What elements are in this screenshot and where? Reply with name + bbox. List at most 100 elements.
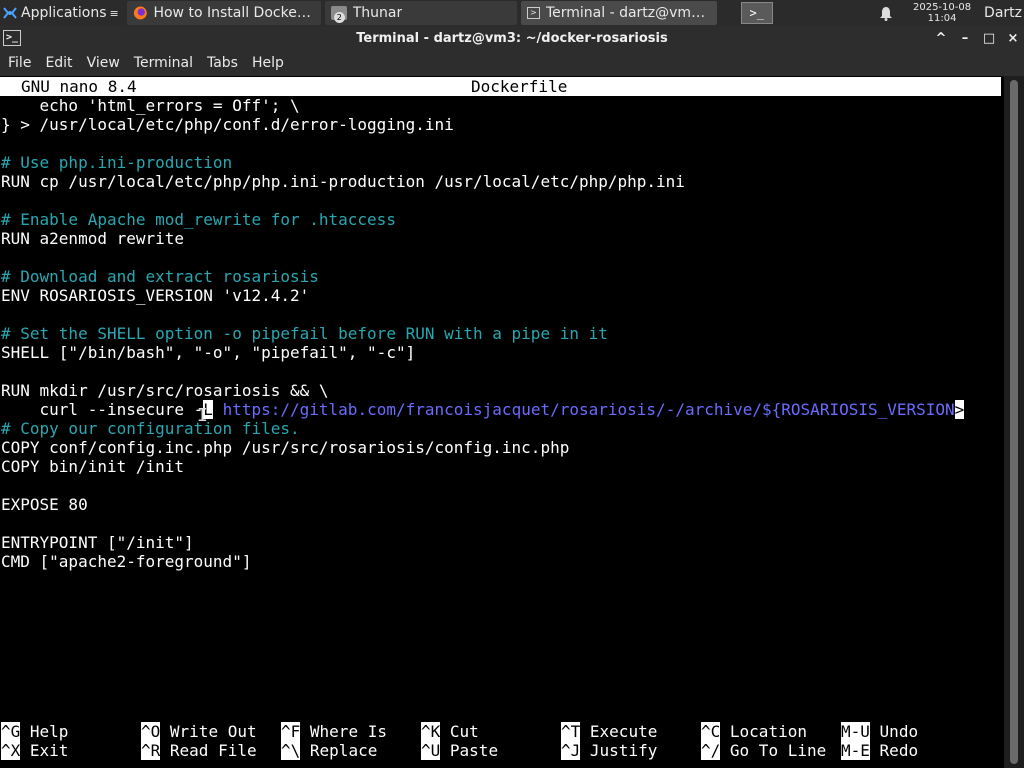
editor-line: RUN cp /usr/local/etc/php/php.ini-produc… bbox=[1, 172, 685, 191]
taskbar-item-thunar[interactable]: 2 Thunar bbox=[324, 1, 517, 25]
taskbar-item-label: How to Install Docker o... bbox=[153, 5, 315, 21]
shortcut-redo[interactable]: M-E Redo bbox=[841, 741, 918, 760]
mouse-ibeam-cursor: I bbox=[197, 405, 208, 426]
editor-line: # Use php.ini-production bbox=[1, 153, 233, 172]
folder-icon: 2 bbox=[330, 6, 347, 23]
shade-button[interactable]: ^ bbox=[934, 31, 948, 46]
shortcut-key: ^K bbox=[421, 722, 441, 741]
shortcut-label: Replace bbox=[309, 741, 378, 760]
curl-command-text: curl --insecure - bbox=[1, 400, 204, 419]
clock-time: 11:04 bbox=[927, 13, 957, 24]
shortcut-label: Read File bbox=[169, 741, 257, 760]
download-url: https://gitlab.com/francoisjacquet/rosar… bbox=[222, 400, 955, 419]
scrollbar-thumb[interactable] bbox=[1010, 80, 1018, 764]
close-button[interactable]: × bbox=[1006, 31, 1020, 46]
shortcut-justify[interactable]: ^J Justify bbox=[561, 741, 657, 760]
editor-line: RUN a2enmod rewrite bbox=[1, 229, 185, 248]
window-count-badge: 2 bbox=[333, 12, 345, 23]
shortcut-label: Redo bbox=[879, 741, 919, 760]
shortcut-write-out[interactable]: ^O Write Out bbox=[141, 722, 257, 741]
shortcut-label: Exit bbox=[29, 741, 69, 760]
shortcut-key: M-U bbox=[841, 722, 870, 741]
editor-line: ENTRYPOINT ["/init"] bbox=[1, 533, 194, 552]
menu-terminal[interactable]: Terminal bbox=[127, 55, 200, 71]
editor-line: # Set the SHELL option -o pipefail befor… bbox=[1, 324, 608, 343]
shortcut-location[interactable]: ^C Location bbox=[701, 722, 807, 741]
editor-line: ENV ROSARIOSIS_VERSION 'v12.4.2' bbox=[1, 286, 310, 305]
shortcut-label: Cut bbox=[449, 722, 479, 741]
clock-date: 2025-10-08 bbox=[912, 2, 972, 13]
terminal-scrollbar[interactable] bbox=[1004, 76, 1024, 768]
taskbar-item-label: Thunar bbox=[352, 5, 403, 21]
menu-file[interactable]: File bbox=[0, 55, 38, 71]
shortcut-key: ^U bbox=[421, 741, 441, 760]
shortcut-read-file[interactable]: ^R Read File bbox=[141, 741, 257, 760]
clock[interactable]: 2025-10-08 11:04 bbox=[910, 2, 974, 24]
editor-line: CMD ["apache2-foreground"] bbox=[1, 552, 252, 571]
shortcut-execute[interactable]: ^T Execute bbox=[561, 722, 657, 741]
shortcut-key: ^O bbox=[141, 722, 161, 741]
terminal-area[interactable]: GNU nano 8.4 Dockerfile echo 'html_error… bbox=[0, 76, 1024, 768]
nano-version: GNU nano 8.4 bbox=[21, 77, 137, 96]
editor-line: SHELL ["/bin/bash", "-o", "pipefail", "-… bbox=[1, 343, 416, 362]
editor-line: echo 'html_errors = Off'; \ bbox=[1, 96, 300, 115]
editor-line: # Copy our configuration files. bbox=[1, 419, 300, 438]
menu-view[interactable]: View bbox=[80, 55, 127, 71]
editor-line: EXPOSE 80 bbox=[1, 495, 88, 514]
shortcut-key: ^/ bbox=[701, 741, 721, 760]
taskbar-item-label: Terminal - dartz@vm3: ... bbox=[545, 5, 711, 21]
editor-line: curl --insecure -L https://gitlab.com/fr… bbox=[1, 400, 965, 419]
shortcut-label: Go To Line bbox=[729, 741, 827, 760]
nano-filename: Dockerfile bbox=[471, 77, 568, 96]
terminal-launcher-button[interactable]: >_ bbox=[740, 2, 773, 24]
window-titlebar[interactable]: >_ Terminal - dartz@vm3: ~/docker-rosari… bbox=[0, 26, 1024, 50]
shortcut-replace[interactable]: ^\ Replace bbox=[281, 741, 377, 760]
terminal-icon: > bbox=[526, 7, 540, 19]
shortcut-key: ^T bbox=[561, 722, 581, 741]
shortcut-cut[interactable]: ^K Cut bbox=[421, 722, 479, 741]
shortcut-label: Where Is bbox=[309, 722, 387, 741]
menu-tabs[interactable]: Tabs bbox=[200, 55, 245, 71]
shortcut-where-is[interactable]: ^F Where Is bbox=[281, 722, 387, 741]
menu-help[interactable]: Help bbox=[245, 55, 291, 71]
applications-menu-button[interactable]: Applications ≡ bbox=[0, 0, 123, 26]
menubar: File Edit View Terminal Tabs Help bbox=[0, 50, 1024, 76]
firefox-icon bbox=[133, 6, 147, 20]
shortcut-undo[interactable]: M-U Undo bbox=[841, 722, 918, 741]
shortcut-label: Help bbox=[29, 722, 69, 741]
shortcut-label: Paste bbox=[449, 741, 499, 760]
shortcut-label: Write Out bbox=[169, 722, 257, 741]
shortcut-label: Undo bbox=[879, 722, 919, 741]
shortcut-label: Justify bbox=[589, 741, 658, 760]
maximize-button[interactable]: □ bbox=[982, 31, 996, 46]
minimize-button[interactable]: – bbox=[958, 31, 972, 46]
shortcut-key: ^R bbox=[141, 741, 161, 760]
line-continues-indicator: > bbox=[954, 400, 965, 419]
menu-glyph: ≡ bbox=[109, 6, 119, 20]
taskbar-item-terminal[interactable]: > Terminal - dartz@vm3: ... bbox=[520, 1, 717, 25]
user-menu[interactable]: Dartz bbox=[984, 5, 1022, 21]
editor-line: COPY bin/init /init bbox=[1, 457, 185, 476]
editor-line: RUN mkdir /usr/src/rosariosis && \ bbox=[1, 381, 329, 400]
editor-line: } > /usr/local/etc/php/conf.d/error-logg… bbox=[1, 115, 454, 134]
editor-line: # Enable Apache mod_rewrite for .htacces… bbox=[1, 210, 396, 229]
notification-bell-icon[interactable] bbox=[878, 5, 894, 21]
shortcut-label: Location bbox=[729, 722, 807, 741]
top-panel: Applications ≡ How to Install Docker o..… bbox=[0, 0, 1024, 26]
shortcut-key: ^X bbox=[1, 741, 21, 760]
shortcut-exit[interactable]: ^X Exit bbox=[1, 741, 68, 760]
shortcut-paste[interactable]: ^U Paste bbox=[421, 741, 498, 760]
terminal-window-icon: >_ bbox=[3, 30, 21, 46]
shortcut-key: ^J bbox=[561, 741, 581, 760]
shortcut-label: Execute bbox=[589, 722, 658, 741]
shortcut-key: ^G bbox=[1, 722, 21, 741]
shortcut-go-to-line[interactable]: ^/ Go To Line bbox=[701, 741, 826, 760]
taskbar-item-firefox[interactable]: How to Install Docker o... bbox=[126, 1, 321, 25]
menu-edit[interactable]: Edit bbox=[38, 55, 79, 71]
shortcut-help[interactable]: ^G Help bbox=[1, 722, 68, 741]
shortcut-key: ^\ bbox=[281, 741, 301, 760]
terminal-prompt-icon: >_ bbox=[749, 6, 764, 20]
shortcut-key: ^F bbox=[281, 722, 301, 741]
editor-line: # Download and extract rosariosis bbox=[1, 267, 319, 286]
shortcut-key: ^C bbox=[701, 722, 721, 741]
